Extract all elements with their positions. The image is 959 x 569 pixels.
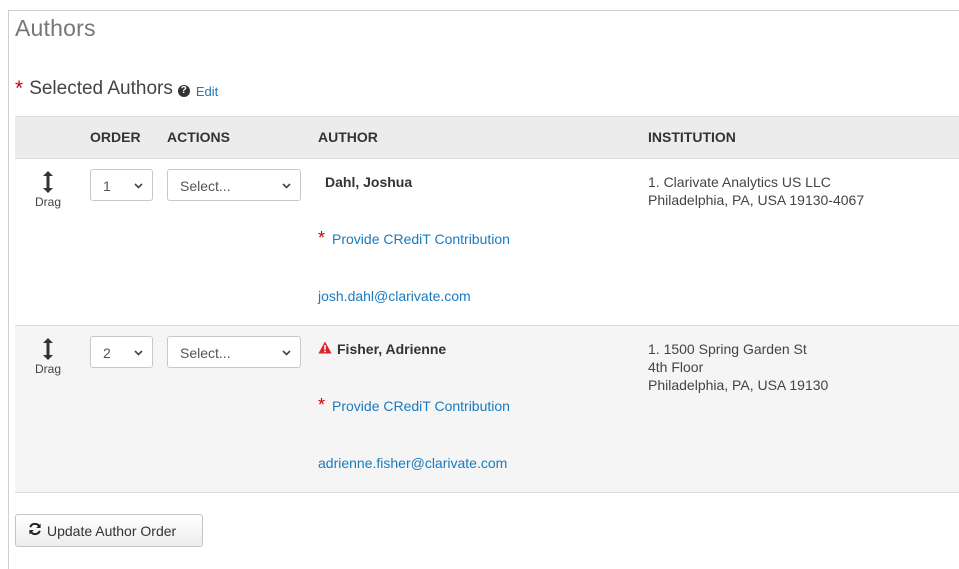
provide-credit-link[interactable]: Provide CRediT Contribution (332, 231, 510, 247)
actions-select[interactable]: Select... (167, 169, 301, 201)
drag-label: Drag (34, 195, 61, 209)
update-author-order-label: Update Author Order (47, 522, 177, 539)
author-email-link[interactable]: josh.dahl@clarivate.com (318, 288, 471, 304)
question-circle-icon[interactable]: ? (177, 85, 190, 97)
header-order: ORDER (90, 129, 141, 145)
required-marker: * (15, 77, 24, 100)
actions-select[interactable]: Select... (167, 336, 301, 368)
author-email-link[interactable]: adrienne.fisher@clarivate.com (318, 455, 507, 471)
actions-value: Select... (180, 178, 231, 194)
header-actions: ACTIONS (167, 129, 230, 145)
credit-contribution: * Provide CRediT Contribution (318, 228, 510, 248)
required-marker: * (318, 395, 326, 415)
refresh-icon (28, 522, 47, 539)
warning-triangle-icon (318, 341, 332, 357)
panel-left-border (8, 10, 9, 569)
institution-line: Philadelphia, PA, USA 19130 (648, 377, 829, 393)
actions-value: Select... (180, 345, 231, 361)
provide-credit-link[interactable]: Provide CRediT Contribution (332, 398, 510, 414)
update-author-order-button[interactable]: Update Author Order (15, 514, 203, 547)
table-row: Drag 2 Select... Fisher, Adrienne * Prov… (15, 326, 959, 493)
selected-authors-heading: * Selected Authors ? Edit (15, 78, 218, 100)
order-value: 1 (103, 178, 111, 194)
institution: 1. 1500 Spring Garden St 4th Floor Phila… (648, 340, 828, 394)
header-institution: INSTITUTION (648, 129, 736, 145)
authors-table: ORDER ACTIONS AUTHOR INSTITUTION Drag 1 … (15, 116, 959, 493)
chevron-down-icon (134, 350, 143, 356)
edit-link[interactable]: Edit (196, 84, 218, 99)
page-title: Authors (15, 15, 96, 41)
institution: 1. Clarivate Analytics US LLC Philadelph… (648, 173, 864, 209)
vertical-arrows-icon (34, 338, 62, 360)
drag-label: Drag (34, 362, 61, 376)
institution-line: 1. 1500 Spring Garden St (648, 341, 807, 357)
section-label: Selected Authors (29, 78, 173, 99)
author-name: Dahl, Joshua (325, 174, 413, 190)
institution-line: Philadelphia, PA, USA 19130-4067 (648, 192, 865, 208)
required-marker: * (318, 228, 326, 248)
header-author: AUTHOR (318, 129, 378, 145)
chevron-down-icon (282, 183, 291, 189)
panel-top-border (8, 10, 959, 11)
institution-line: 1. Clarivate Analytics US LLC (648, 174, 831, 190)
chevron-down-icon (134, 183, 143, 189)
order-select[interactable]: 1 (90, 169, 153, 201)
author-name: Fisher, Adrienne (318, 341, 446, 357)
vertical-arrows-icon (34, 171, 62, 193)
drag-handle[interactable]: Drag (34, 338, 62, 376)
credit-contribution: * Provide CRediT Contribution (318, 395, 510, 415)
institution-line: 4th Floor (648, 359, 704, 375)
order-value: 2 (103, 345, 111, 361)
chevron-down-icon (282, 350, 291, 356)
table-row: Drag 1 Select... Dahl, Joshua * Provide … (15, 159, 959, 326)
table-header: ORDER ACTIONS AUTHOR INSTITUTION (15, 116, 959, 159)
drag-handle[interactable]: Drag (34, 171, 62, 209)
order-select[interactable]: 2 (90, 336, 153, 368)
